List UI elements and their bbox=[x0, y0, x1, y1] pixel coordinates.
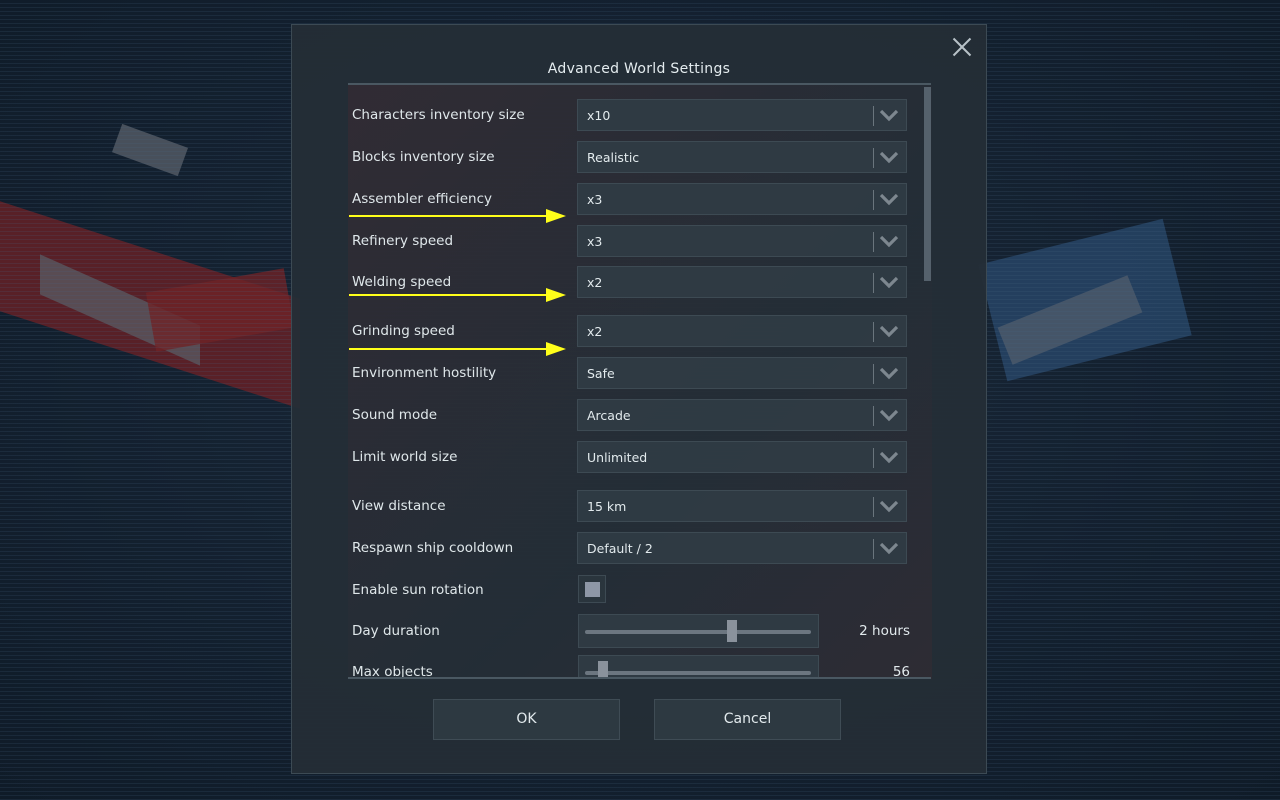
setting-row-refinery-speed: Refinery speed x3 bbox=[348, 225, 920, 257]
dropdown-selected-value: x10 bbox=[587, 108, 611, 123]
setting-label: Welding speed bbox=[352, 274, 452, 290]
slider-track[interactable] bbox=[585, 630, 811, 634]
limit-world-size-dropdown[interactable]: Unlimited bbox=[577, 441, 907, 473]
chevron-down-icon[interactable] bbox=[878, 321, 900, 341]
chevron-down-icon[interactable] bbox=[878, 538, 900, 558]
setting-row-sound-mode: Sound mode Arcade bbox=[348, 399, 920, 431]
slider-thumb[interactable] bbox=[598, 661, 609, 677]
close-icon[interactable] bbox=[952, 37, 972, 57]
setting-row-characters-inventory-size: Characters inventory size x10 bbox=[348, 99, 920, 131]
slider-track[interactable] bbox=[585, 671, 811, 675]
refinery-speed-dropdown[interactable]: x3 bbox=[577, 225, 907, 257]
cancel-button[interactable]: Cancel bbox=[654, 699, 841, 740]
assembler-efficiency-dropdown[interactable]: x3 bbox=[577, 183, 907, 215]
checkbox-check-mark bbox=[585, 582, 600, 597]
chevron-down-icon[interactable] bbox=[878, 447, 900, 467]
setting-row-assembler-efficiency: Assembler efficiency x3 bbox=[348, 183, 920, 215]
dropdown-selected-value: x2 bbox=[587, 275, 603, 290]
blocks-inventory-size-dropdown[interactable]: Realistic bbox=[577, 141, 907, 173]
settings-list: Characters inventory size x10 Blocks inven… bbox=[348, 85, 920, 677]
ok-button[interactable]: OK bbox=[433, 699, 620, 740]
setting-label: Blocks inventory size bbox=[352, 149, 495, 165]
dropdown-selected-value: Default / 2 bbox=[587, 541, 653, 556]
max-objects-slider[interactable] bbox=[578, 655, 819, 677]
characters-inventory-size-dropdown[interactable]: x10 bbox=[577, 99, 907, 131]
setting-label: Respawn ship cooldown bbox=[352, 540, 514, 556]
dropdown-selected-value: x3 bbox=[587, 192, 603, 207]
setting-label: Grinding speed bbox=[352, 323, 455, 339]
setting-label: View distance bbox=[352, 498, 446, 514]
dropdown-divider bbox=[873, 364, 874, 384]
advanced-world-settings-dialog: Advanced World Settings Characters inven… bbox=[291, 24, 987, 774]
chevron-down-icon[interactable] bbox=[878, 272, 900, 292]
dropdown-selected-value: x2 bbox=[587, 324, 603, 339]
setting-row-max-objects: Max objects 56 bbox=[348, 655, 920, 677]
chevron-down-icon[interactable] bbox=[878, 363, 900, 383]
dropdown-divider bbox=[873, 273, 874, 293]
slider-thumb[interactable] bbox=[726, 620, 737, 642]
dropdown-divider bbox=[873, 497, 874, 517]
environment-hostility-dropdown[interactable]: Safe bbox=[577, 357, 907, 389]
chevron-down-icon[interactable] bbox=[878, 496, 900, 516]
setting-row-welding-speed: Welding speed x2 bbox=[348, 266, 920, 298]
sound-mode-dropdown[interactable]: Arcade bbox=[577, 399, 907, 431]
respawn-ship-cooldown-dropdown[interactable]: Default / 2 bbox=[577, 532, 907, 564]
slider-value: 56 bbox=[892, 664, 910, 677]
setting-label: Characters inventory size bbox=[352, 107, 525, 123]
setting-label: Refinery speed bbox=[352, 233, 454, 249]
dropdown-selected-value: 15 km bbox=[587, 499, 627, 514]
background-debris bbox=[111, 123, 189, 177]
setting-label: Max objects bbox=[352, 664, 433, 677]
setting-label: Limit world size bbox=[352, 449, 458, 465]
setting-label: Sound mode bbox=[352, 407, 438, 423]
setting-row-respawn-ship-cooldown: Respawn ship cooldown Default / 2 bbox=[348, 532, 920, 564]
setting-label: Environment hostility bbox=[352, 365, 497, 381]
setting-row-blocks-inventory-size: Blocks inventory size Realistic bbox=[348, 141, 920, 173]
setting-row-view-distance: View distance 15 km bbox=[348, 490, 920, 522]
dropdown-selected-value: Arcade bbox=[587, 408, 631, 423]
chevron-down-icon[interactable] bbox=[878, 189, 900, 209]
view-distance-dropdown[interactable]: 15 km bbox=[577, 490, 907, 522]
scrollbar[interactable] bbox=[923, 85, 932, 677]
setting-row-day-duration: Day duration 2 hours bbox=[348, 614, 920, 648]
scrollbar-thumb[interactable] bbox=[924, 87, 931, 281]
dropdown-divider bbox=[873, 148, 874, 168]
dropdown-divider bbox=[873, 322, 874, 342]
dropdown-divider bbox=[873, 406, 874, 426]
setting-row-enable-sun-rotation: Enable sun rotation bbox=[348, 575, 920, 603]
grinding-speed-dropdown[interactable]: x2 bbox=[577, 315, 907, 347]
chevron-down-icon[interactable] bbox=[878, 147, 900, 167]
footer-divider bbox=[348, 677, 931, 679]
dropdown-selected-value: Safe bbox=[587, 366, 615, 381]
enable-sun-rotation-checkbox[interactable] bbox=[578, 575, 606, 603]
setting-row-limit-world-size: Limit world size Unlimited bbox=[348, 441, 920, 473]
chevron-down-icon[interactable] bbox=[878, 405, 900, 425]
welding-speed-dropdown[interactable]: x2 bbox=[577, 266, 907, 298]
chevron-down-icon[interactable] bbox=[878, 105, 900, 125]
dropdown-divider bbox=[873, 106, 874, 126]
dropdown-selected-value: Unlimited bbox=[587, 450, 648, 465]
setting-label: Assembler efficiency bbox=[352, 191, 493, 207]
dropdown-divider bbox=[873, 539, 874, 559]
setting-label: Enable sun rotation bbox=[352, 582, 484, 598]
dialog-title: Advanced World Settings bbox=[547, 61, 731, 77]
dropdown-selected-value: x3 bbox=[587, 234, 603, 249]
setting-label: Day duration bbox=[352, 623, 440, 639]
setting-row-environment-hostility: Environment hostility Safe bbox=[348, 357, 920, 389]
slider-value: 2 hours bbox=[859, 623, 910, 639]
setting-row-grinding-speed: Grinding speed x2 bbox=[348, 315, 920, 347]
dropdown-selected-value: Realistic bbox=[587, 150, 640, 165]
dropdown-divider bbox=[873, 190, 874, 210]
day-duration-slider[interactable] bbox=[578, 614, 819, 648]
dropdown-divider bbox=[873, 232, 874, 252]
dropdown-divider bbox=[873, 448, 874, 468]
chevron-down-icon[interactable] bbox=[878, 231, 900, 251]
